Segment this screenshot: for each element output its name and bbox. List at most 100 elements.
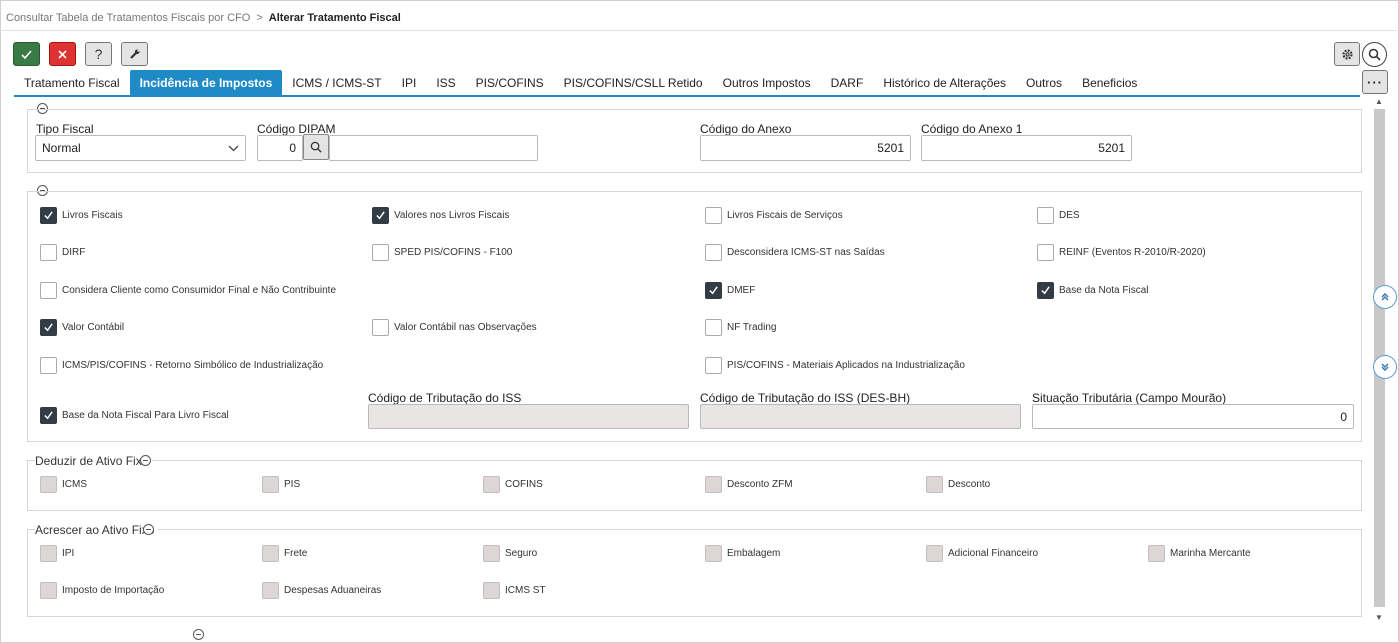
tab-icms-icms-st[interactable]: ICMS / ICMS-ST xyxy=(282,70,391,95)
scroll-to-bottom-button[interactable] xyxy=(1373,355,1397,379)
checkbox-label: Livros Fiscais de Serviços xyxy=(727,210,843,221)
check-icon xyxy=(1041,286,1050,295)
situacao-tributaria-input[interactable]: 0 xyxy=(1032,404,1354,429)
tab-ipi[interactable]: IPI xyxy=(392,70,427,95)
tab-pis-cofins-csll-retido[interactable]: PIS/COFINS/CSLL Retido xyxy=(554,70,713,95)
codigo-anexo1-input[interactable]: 5201 xyxy=(921,135,1132,161)
materiais-aplicados-checkbox[interactable]: PIS/COFINS - Materiais Aplicados na Indu… xyxy=(705,357,965,374)
breadcrumb-parent-link[interactable]: Consultar Tabela de Tratamentos Fiscais … xyxy=(6,12,250,24)
livros-servicos-checkbox[interactable]: Livros Fiscais de Serviços xyxy=(705,207,843,224)
deduzir-pis-checkbox: PIS xyxy=(262,476,300,493)
tab-darf[interactable]: DARF xyxy=(821,70,874,95)
help-button[interactable]: ? xyxy=(85,42,112,66)
checkbox-label: Desconsidera ICMS-ST nas Saídas xyxy=(727,247,885,258)
help-icon: ? xyxy=(94,46,103,62)
situacao-tributaria-label: Situação Tributária (Campo Mourão) xyxy=(1032,391,1227,405)
checkbox-box[interactable] xyxy=(705,244,722,261)
livros-fiscais-checkbox[interactable]: Livros Fiscais xyxy=(40,207,123,224)
acrescer-icms-st-checkbox: ICMS ST xyxy=(483,582,546,599)
checkbox-box[interactable] xyxy=(705,207,722,224)
checkbox-label: SPED PIS/COFINS - F100 xyxy=(394,247,513,258)
deduzir-title-text: Deduzir de Ativo Fixo xyxy=(35,454,149,468)
tab-beneficios[interactable]: Beneficios xyxy=(1072,70,1147,95)
scroll-down-arrow-icon[interactable]: ▼ xyxy=(1375,613,1383,622)
scroll-to-top-button[interactable] xyxy=(1373,285,1397,309)
acrescer-ipi-checkbox: IPI xyxy=(40,545,74,562)
cod-trib-iss-bh-input xyxy=(700,404,1021,429)
tipo-fiscal-value: Normal xyxy=(42,141,81,155)
search-icon xyxy=(310,141,322,153)
acrescer-seguro-checkbox: Seguro xyxy=(483,545,537,562)
base-nota-checkbox[interactable]: Base da Nota Fiscal xyxy=(1037,282,1149,299)
breadcrumb-current: Alterar Tratamento Fiscal xyxy=(268,12,401,24)
tab-underline xyxy=(14,95,1360,97)
retorno-simbolico-checkbox[interactable]: ICMS/PIS/COFINS - Retorno Simbólico de I… xyxy=(40,357,323,374)
checkbox-box[interactable] xyxy=(705,282,722,299)
tab-tratamento-fiscal[interactable]: Tratamento Fiscal xyxy=(14,70,130,95)
checkbox-label: ICMS ST xyxy=(505,585,546,596)
acrescer-adicional-financeiro-checkbox: Adicional Financeiro xyxy=(926,545,1038,562)
tab-historico-alteracoes[interactable]: Histórico de Alterações xyxy=(873,70,1016,95)
valores-livros-checkbox[interactable]: Valores nos Livros Fiscais xyxy=(372,207,509,224)
check-icon xyxy=(44,323,53,332)
collapse-acrescer-icon[interactable] xyxy=(143,524,154,535)
valor-contabil-checkbox[interactable]: Valor Contábil xyxy=(40,319,124,336)
codigo-dipam-input[interactable]: 0 xyxy=(257,135,303,161)
deduzir-cofins-checkbox: COFINS xyxy=(483,476,543,493)
checkbox-box[interactable] xyxy=(705,357,722,374)
sped-checkbox[interactable]: SPED PIS/COFINS - F100 xyxy=(372,244,512,261)
checkbox-label: NF Trading xyxy=(727,322,777,333)
more-tabs-button[interactable]: ··· xyxy=(1362,70,1388,94)
dirf-checkbox[interactable]: DIRF xyxy=(40,244,85,261)
des-checkbox[interactable]: DES xyxy=(1037,207,1080,224)
checkbox-box xyxy=(262,476,279,493)
check-icon xyxy=(21,49,32,59)
codigo-anexo-input[interactable]: 5201 xyxy=(700,135,911,161)
tab-iss[interactable]: ISS xyxy=(426,70,465,95)
breadcrumb-separator: > xyxy=(256,12,263,24)
collapse-deduzir-icon[interactable] xyxy=(140,455,151,466)
checkbox-box[interactable] xyxy=(1037,207,1054,224)
search-button[interactable] xyxy=(1362,42,1387,67)
tools-button[interactable] xyxy=(121,42,148,66)
reinf-checkbox[interactable]: REINF (Eventos R-2010/R-2020) xyxy=(1037,244,1206,261)
checkbox-box[interactable] xyxy=(40,319,57,336)
checkbox-box[interactable] xyxy=(372,207,389,224)
consumidor-final-checkbox[interactable]: Considera Cliente como Consumidor Final … xyxy=(40,282,336,299)
checkbox-box[interactable] xyxy=(705,319,722,336)
tab-outros-impostos[interactable]: Outros Impostos xyxy=(713,70,821,95)
valor-contabil-obs-checkbox[interactable]: Valor Contábil nas Observações xyxy=(372,319,537,336)
checkbox-box[interactable] xyxy=(372,244,389,261)
collapse-next-section-icon[interactable] xyxy=(193,629,204,640)
checkbox-box xyxy=(40,582,57,599)
scroll-up-arrow-icon[interactable]: ▲ xyxy=(1375,97,1383,106)
tab-outros[interactable]: Outros xyxy=(1016,70,1072,95)
nf-trading-checkbox[interactable]: NF Trading xyxy=(705,319,776,336)
checkbox-box[interactable] xyxy=(40,207,57,224)
settings-button[interactable] xyxy=(1334,42,1360,66)
dmef-checkbox[interactable]: DMEF xyxy=(705,282,755,299)
tab-incidencia-impostos[interactable]: Incidência de Impostos xyxy=(129,70,283,95)
desconsidera-checkbox[interactable]: Desconsidera ICMS-ST nas Saídas xyxy=(705,244,885,261)
checkbox-box[interactable] xyxy=(40,244,57,261)
acrescer-section xyxy=(27,529,1362,617)
checkbox-box[interactable] xyxy=(1037,244,1054,261)
checkbox-box[interactable] xyxy=(40,407,57,424)
checkbox-box xyxy=(1148,545,1165,562)
tipo-fiscal-select[interactable]: Normal xyxy=(35,135,246,161)
base-nota-livro-checkbox[interactable]: Base da Nota Fiscal Para Livro Fiscal xyxy=(40,407,229,424)
checkbox-box[interactable] xyxy=(40,282,57,299)
checkbox-label: DMEF xyxy=(727,285,756,296)
cancel-button[interactable] xyxy=(49,42,76,66)
search-icon xyxy=(1368,48,1381,61)
codigo-dipam-search-button[interactable] xyxy=(303,134,329,160)
checkbox-label: DES xyxy=(1059,210,1080,221)
checkbox-label: PIS/COFINS - Materiais Aplicados na Indu… xyxy=(727,360,965,371)
checkbox-box[interactable] xyxy=(40,357,57,374)
checkbox-box[interactable] xyxy=(372,319,389,336)
tab-pis-cofins[interactable]: PIS/COFINS xyxy=(466,70,554,95)
checkbox-box[interactable] xyxy=(1037,282,1054,299)
codigo-anexo1-label: Código do Anexo 1 xyxy=(921,122,1023,136)
save-button[interactable] xyxy=(13,42,40,66)
tab-bar: Tratamento Fiscal Incidência de Impostos… xyxy=(14,70,1147,95)
